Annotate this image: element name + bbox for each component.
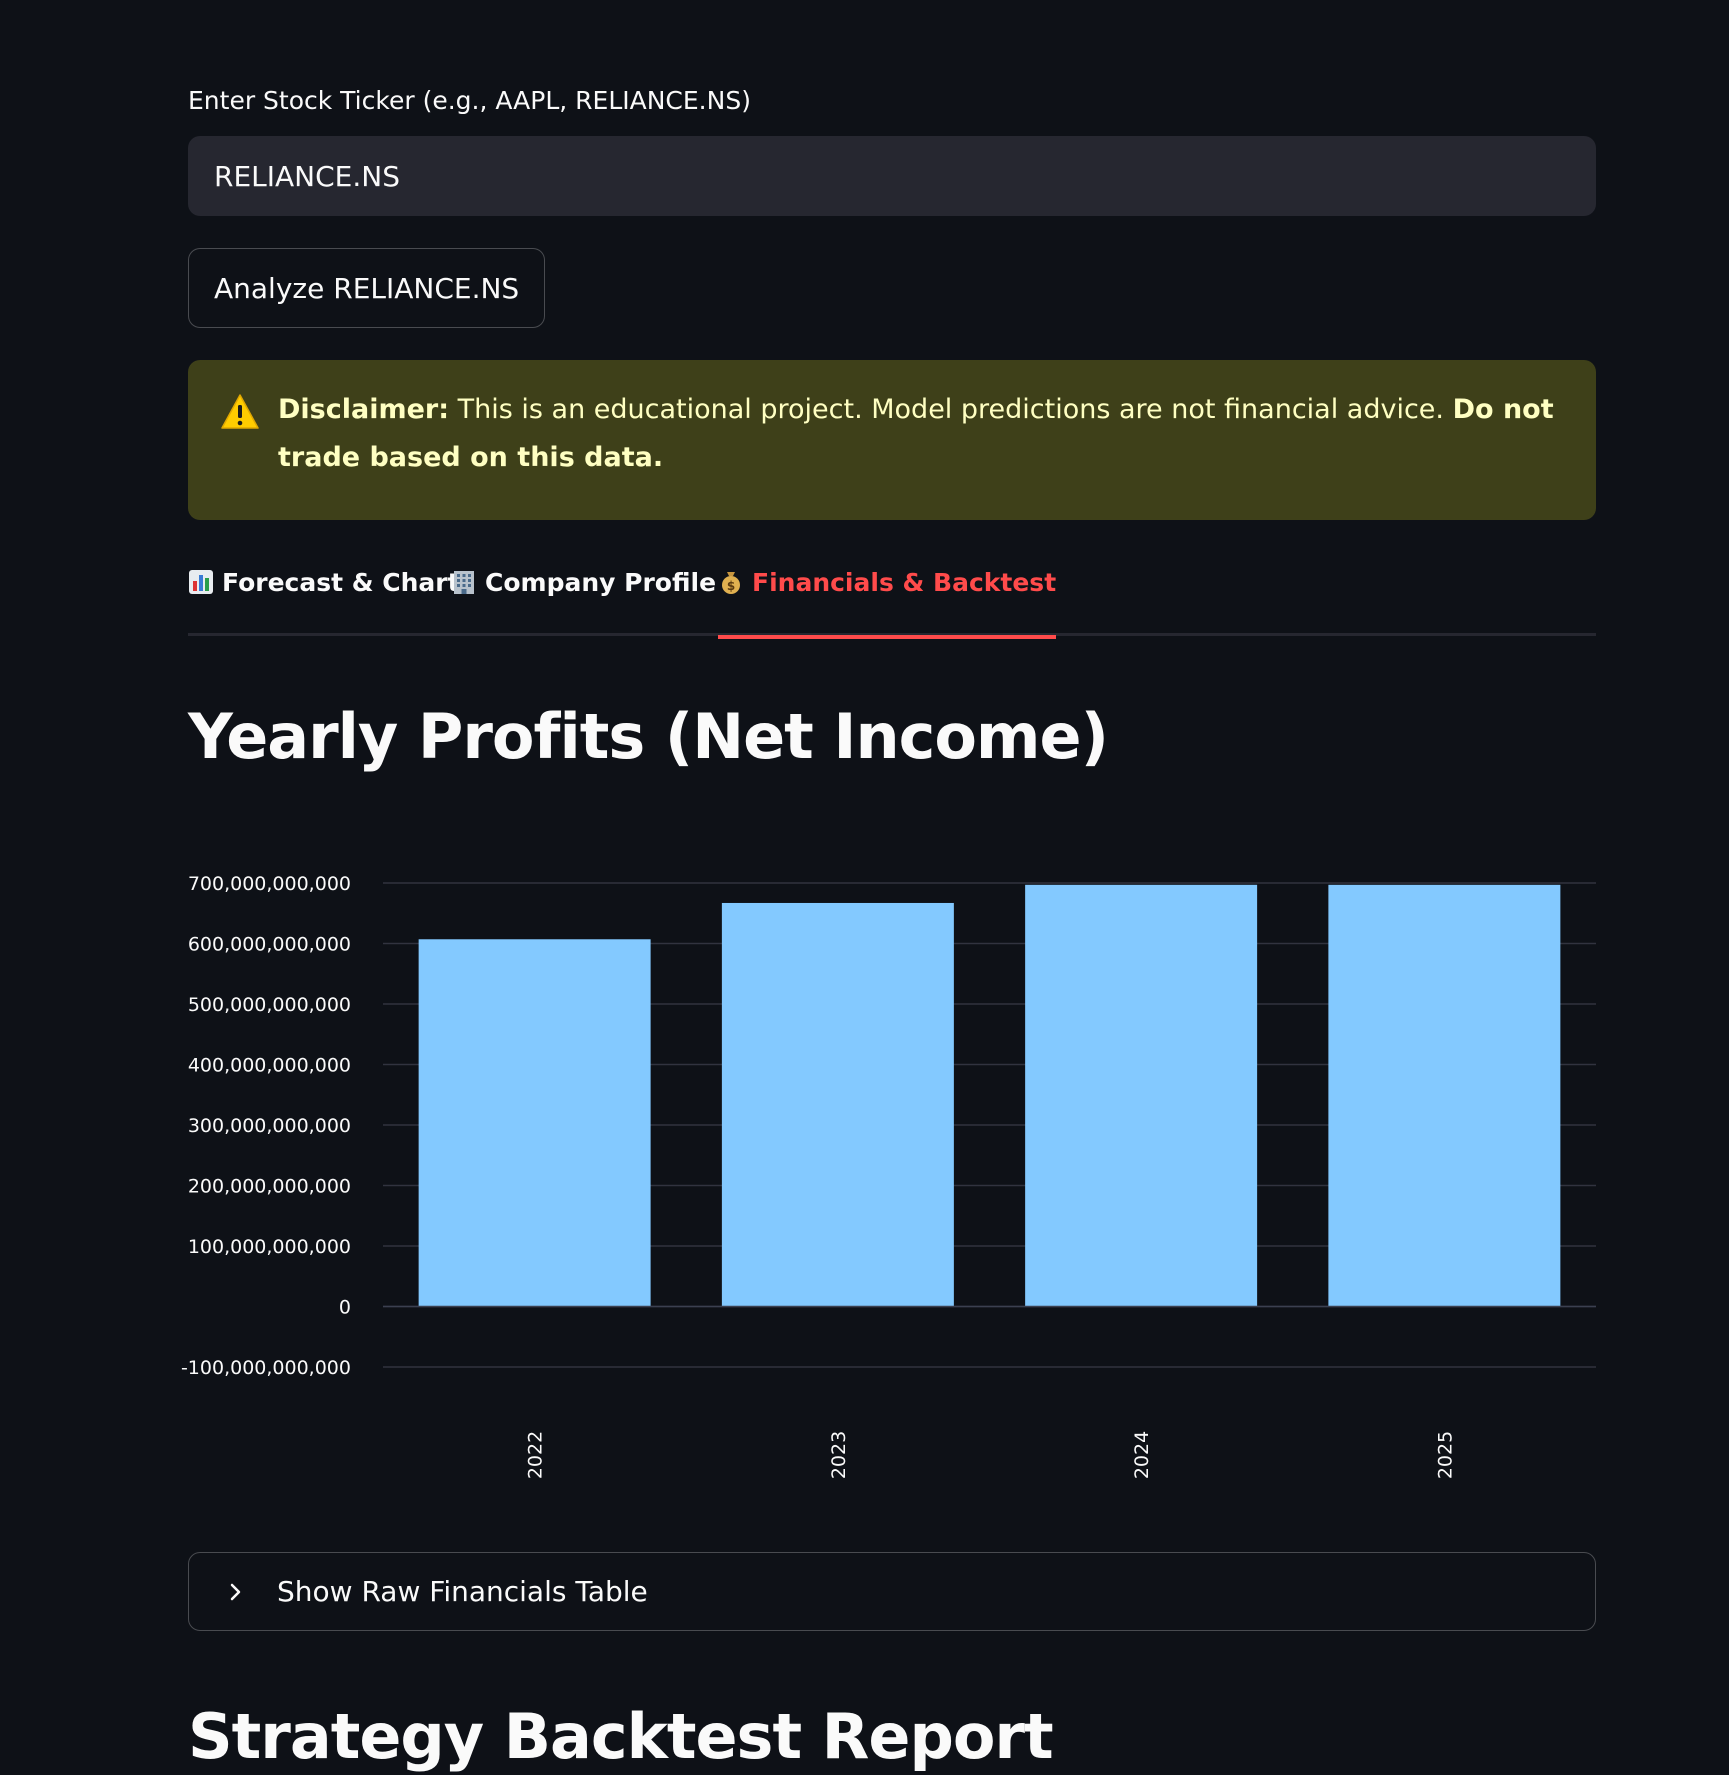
chevron-right-icon xyxy=(223,1580,247,1604)
y-tick-label: 700,000,000,000 xyxy=(188,873,351,895)
tab-financials-backtest[interactable]: $ Financials & Backtest xyxy=(718,568,1057,639)
money-bag-icon: $ xyxy=(718,569,744,595)
app-page: Enter Stock Ticker (e.g., AAPL, RELIANCE… xyxy=(0,0,1729,1775)
bar-2024[interactable] xyxy=(1025,884,1258,1307)
backtest-section-title: Strategy Backtest Report xyxy=(188,1700,1054,1773)
bar-2025[interactable] xyxy=(1328,884,1561,1307)
warning-icon xyxy=(220,392,260,432)
tab-bar: Forecast & Chart Company Profile $ Finan… xyxy=(188,560,1596,639)
expander-label: Show Raw Financials Table xyxy=(277,1575,648,1608)
analyze-button-label: Analyze RELIANCE.NS xyxy=(214,271,520,305)
tab-label: Company Profile xyxy=(485,568,717,597)
ticker-input-label: Enter Stock Ticker (e.g., AAPL, RELIANCE… xyxy=(188,86,751,115)
tab-company-profile[interactable]: Company Profile xyxy=(451,568,716,636)
ticker-input[interactable] xyxy=(188,136,1596,216)
y-tick-label: 600,000,000,000 xyxy=(188,934,351,956)
x-tick-label: 2025 xyxy=(1434,1431,1456,1479)
y-tick-label: 400,000,000,000 xyxy=(188,1055,351,1077)
y-tick-label: 300,000,000,000 xyxy=(188,1115,351,1137)
chart-svg: -100,000,000,000 0 100,000,000,000 200,000,… xyxy=(181,873,1596,1479)
x-tick-label: 2022 xyxy=(525,1431,547,1479)
disclaimer-text: Disclaimer: This is an educational proje… xyxy=(278,386,1566,482)
tab-label: Financials & Backtest xyxy=(752,568,1057,597)
disclaimer-body: This is an educational project. Model pr… xyxy=(449,394,1453,425)
y-tick-label: -100,000,000,000 xyxy=(181,1357,351,1379)
raw-financials-expander[interactable]: Show Raw Financials Table xyxy=(188,1552,1596,1631)
bar-2022[interactable] xyxy=(418,939,651,1307)
tab-forecast-chart[interactable]: Forecast & Chart xyxy=(188,568,460,636)
y-tick-label: 100,000,000,000 xyxy=(188,1236,351,1258)
tab-label: Forecast & Chart xyxy=(222,568,460,597)
y-tick-label: 0 xyxy=(339,1297,351,1319)
profits-section-title: Yearly Profits (Net Income) xyxy=(188,700,1109,773)
y-tick-label: 200,000,000,000 xyxy=(188,1176,351,1198)
svg-text:$: $ xyxy=(727,579,735,593)
office-building-icon xyxy=(451,569,477,595)
disclaimer-bold-prefix: Disclaimer: xyxy=(278,394,450,425)
analyze-button[interactable]: Analyze RELIANCE.NS xyxy=(188,248,546,328)
y-tick-label: 500,000,000,000 xyxy=(188,994,351,1016)
x-tick-label: 2024 xyxy=(1131,1431,1153,1479)
disclaimer-alert: Disclaimer: This is an educational proje… xyxy=(188,360,1596,520)
net-income-bar-chart: -100,000,000,000 0 100,000,000,000 200,000,… xyxy=(181,860,1596,1500)
x-tick-label: 2023 xyxy=(828,1431,850,1479)
bar-chart-icon xyxy=(188,569,214,595)
bar-2023[interactable] xyxy=(721,902,954,1307)
